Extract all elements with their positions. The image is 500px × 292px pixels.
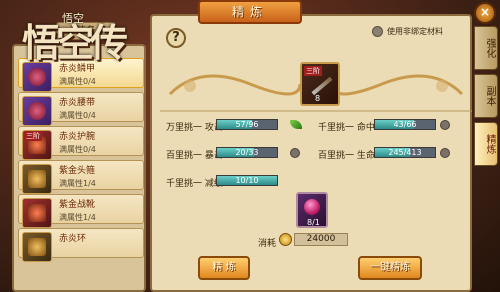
refine-gem-slot[interactable]: 8/1	[296, 192, 328, 228]
equipment-thumbnail-icon	[22, 232, 52, 262]
panel-title: 精炼	[198, 0, 302, 24]
stat-progress-bar: 10/10	[216, 175, 278, 186]
equipment-attr-progress: 满属性0/4	[59, 77, 96, 86]
equipment-list-item[interactable]: 三阶 赤炎护腕满属性0/4	[18, 126, 144, 160]
equipment-icon	[28, 170, 46, 188]
stat-lock-toggle[interactable]	[440, 148, 450, 158]
equipment-attr-progress: 满属性1/4	[59, 213, 96, 222]
tier-badge: 三阶	[24, 131, 42, 141]
stat-value: 245/413	[388, 148, 422, 157]
stat-value: 43/66	[393, 120, 417, 129]
cost-label: 消耗	[258, 239, 277, 249]
equipment-name: 赤炎环	[59, 234, 87, 244]
stat-progress-bar: 20/33	[216, 147, 278, 158]
stat-progress-bar: 57/96	[216, 119, 278, 130]
stat-value: 57/96	[235, 120, 259, 129]
stat-label: 千里挑一 命中	[318, 123, 375, 133]
equipment-attr-progress: 满属性0/4	[59, 111, 96, 120]
equipment-list-item[interactable]: 赤炎腰带满属性0/4	[18, 92, 144, 126]
stat-label: 千里挑一 减级	[166, 179, 223, 189]
equipment-list-item[interactable]: 赤炎环	[18, 228, 144, 262]
sword-icon	[311, 76, 333, 96]
stat-progress-bar: 43/66	[374, 119, 436, 130]
equipment-thumbnail-icon	[22, 198, 52, 228]
equipment-name: 赤炎护腕	[59, 132, 96, 142]
equipment-icon	[28, 204, 46, 222]
equipment-attr-progress: 满属性1/4	[59, 179, 96, 188]
coin-icon	[279, 233, 292, 246]
stat-lock-toggle[interactable]	[440, 120, 450, 130]
stat-label: 百里挑一 暴击	[166, 151, 223, 161]
gem-icon	[304, 199, 320, 215]
equipment-name: 赤炎腰带	[59, 98, 96, 108]
one-key-refine-button[interactable]: 一键精炼	[358, 256, 422, 280]
equipment-icon	[28, 102, 46, 120]
gem-count: 8/1	[307, 218, 320, 227]
stat-value: 20/33	[235, 148, 259, 157]
equipment-icon	[28, 238, 46, 256]
equipment-list-item[interactable]: 紫金战靴满属性1/4	[18, 194, 144, 228]
equipment-name: 紫金战靴	[59, 200, 96, 210]
logo-sub-text: 悟空	[62, 12, 84, 25]
side-tab[interactable]: 精炼	[474, 122, 498, 166]
equipment-attr-progress: 满属性0/4	[59, 145, 96, 154]
stat-value: 10/10	[235, 176, 259, 185]
equipment-name: 紫金头箍	[59, 166, 96, 176]
equipment-icon	[28, 68, 46, 86]
equipment-thumbnail-icon	[22, 164, 52, 194]
game-logo: 悟空传 悟空	[4, 6, 128, 68]
equip-count: 8	[315, 94, 321, 103]
stat-label: 百里挑一 生命	[318, 151, 375, 161]
cost-value: 24000	[294, 233, 348, 246]
help-button[interactable]: ?	[166, 28, 186, 48]
side-tab[interactable]: 强化	[474, 26, 498, 70]
use-unbound-checkbox[interactable]	[372, 26, 383, 37]
equipment-thumbnail-icon	[22, 96, 52, 126]
refine-button[interactable]: 精 炼	[198, 256, 250, 280]
use-unbound-label: 使用非绑定材料	[387, 27, 443, 36]
equipment-slot[interactable]: 三阶 8	[300, 62, 340, 106]
close-button[interactable]: ×	[474, 2, 496, 24]
equipment-list-item[interactable]: 紫金头箍满属性1/4	[18, 160, 144, 194]
stat-progress-bar: 245/413	[374, 147, 436, 158]
divider	[160, 110, 472, 112]
stat-label: 万里挑一 攻击	[166, 123, 223, 133]
equip-tier-tag: 三阶	[304, 66, 322, 76]
stat-lock-toggle[interactable]	[290, 148, 300, 158]
side-tab[interactable]: 副本	[474, 74, 498, 118]
